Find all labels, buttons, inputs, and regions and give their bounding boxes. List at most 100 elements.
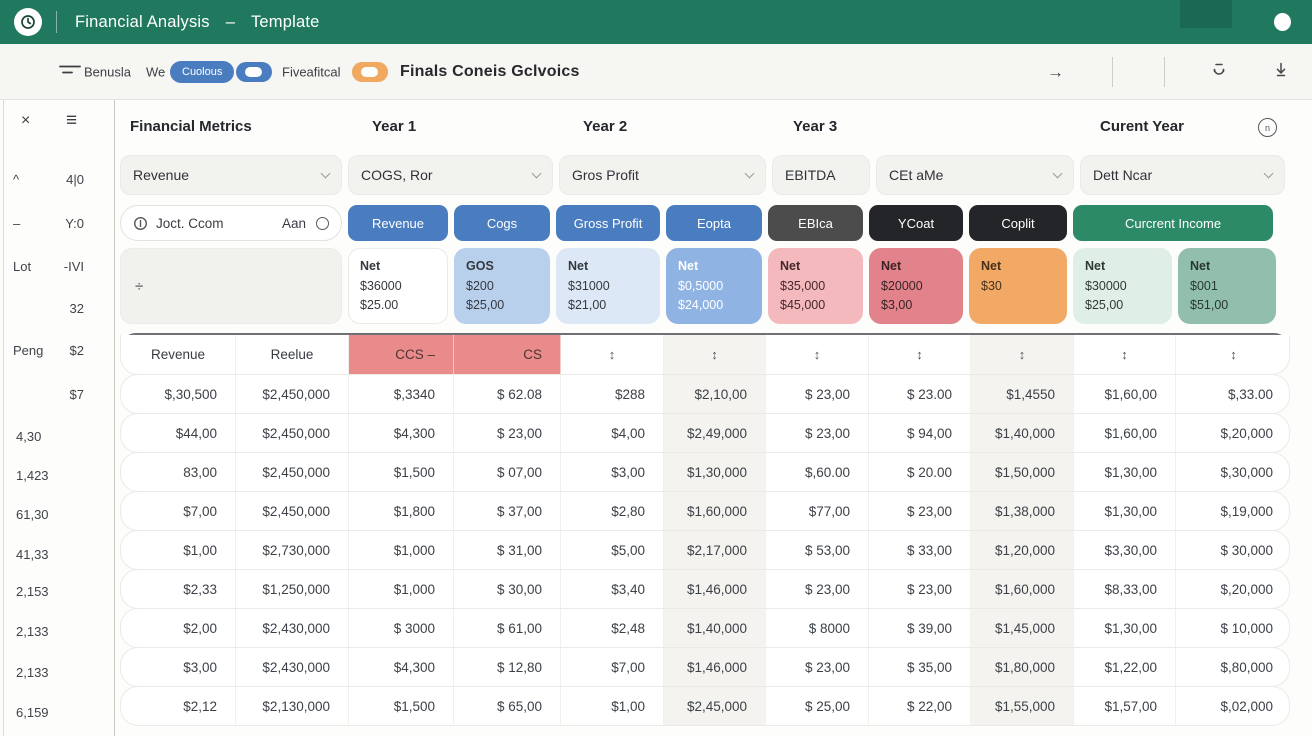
table-cell[interactable]: $ 23,00 [766,648,869,686]
table-cell[interactable]: $ 30,00 [454,570,561,608]
table-cell[interactable]: $1,30,00 [1074,609,1176,647]
summary-card[interactable]: Net$0,5000$24,000 [666,248,762,324]
formula-card[interactable]: ÷ [120,248,342,324]
sort-icon[interactable]: ↕ [766,335,869,374]
table-cell[interactable]: $,20,000 [1176,414,1290,452]
sort-icon[interactable]: ↕ [1074,335,1176,374]
summary-card[interactable]: Net$36000$25.00 [348,248,448,324]
table-cell[interactable]: $ 30,000 [1176,531,1290,569]
table-cell[interactable]: $7,00 [121,492,236,530]
close-icon[interactable]: × [21,112,30,130]
table-cell[interactable]: $1,57,00 [1074,687,1176,725]
table-cell[interactable]: $8,33,00 [1074,570,1176,608]
table-cell[interactable]: $ 12,80 [454,648,561,686]
table-cell[interactable]: $ 23,00 [869,570,971,608]
metric-pill[interactable]: EBIca [768,205,863,241]
table-cell[interactable]: $ 94,00 [869,414,971,452]
table-cell[interactable]: $ 61,00 [454,609,561,647]
app-logo-button[interactable] [14,8,42,36]
table-cell[interactable]: $ 22,00 [869,687,971,725]
table-cell[interactable]: $1,4550 [971,375,1074,413]
table-cell[interactable]: $2,730,000 [236,531,349,569]
table-cell[interactable]: $,30,500 [121,375,236,413]
table-cell[interactable]: $3,00 [561,453,664,491]
table-cell[interactable]: $1,46,000 [664,648,766,686]
table-cell[interactable]: $,33.00 [1176,375,1290,413]
table-cell[interactable]: $2,10,00 [664,375,766,413]
table-cell[interactable]: $,3340 [349,375,454,413]
table-cell[interactable]: $1,80,000 [971,648,1074,686]
table-cell[interactable]: $ 31,00 [454,531,561,569]
table-cell[interactable]: $2,450,000 [236,375,349,413]
table-cell[interactable]: $1,500 [349,687,454,725]
table-cell[interactable]: $ 10,000 [1176,609,1290,647]
table-cell[interactable]: $2,450,000 [236,492,349,530]
table-cell[interactable]: $ 65,00 [454,687,561,725]
table-cell[interactable]: $2,450,000 [236,453,349,491]
metric-pill[interactable]: Coplit [969,205,1067,241]
table-cell[interactable]: $4,300 [349,648,454,686]
table-cell[interactable]: $1,00 [561,687,664,725]
table-cell[interactable]: $2,00 [121,609,236,647]
table-cell[interactable]: $1,55,000 [971,687,1074,725]
filter-icon[interactable] [58,61,82,82]
table-cell[interactable]: $2,45,000 [664,687,766,725]
table-cell[interactable]: $1,60,00 [1074,414,1176,452]
table-cell[interactable]: $1,38,000 [971,492,1074,530]
table-cell[interactable]: $1,40,000 [664,609,766,647]
table-cell[interactable]: $1,46,000 [664,570,766,608]
table-cell[interactable]: $ 23,00 [766,414,869,452]
table-cell[interactable]: $44,00 [121,414,236,452]
table-cell[interactable]: $4,00 [561,414,664,452]
orange-toggle[interactable] [352,62,388,82]
table-cell[interactable]: $ 53,00 [766,531,869,569]
table-cell[interactable]: $,80,000 [1176,648,1290,686]
metric-pill[interactable]: Gross Profit [556,205,660,241]
table-cell[interactable]: $1,50,000 [971,453,1074,491]
table-cell[interactable]: $,20,000 [1176,570,1290,608]
table-cell[interactable]: $4,300 [349,414,454,452]
table-cell[interactable]: $3,00 [121,648,236,686]
sort-icon[interactable]: ↕ [664,335,766,374]
table-cell[interactable]: $1,60,00 [1074,375,1176,413]
metric-pill[interactable]: YCoat [869,205,963,241]
table-header-cell-highlighted[interactable]: CS [454,335,561,374]
table-cell[interactable]: $1,22,00 [1074,648,1176,686]
table-cell[interactable]: $ 23,00 [869,492,971,530]
summary-card[interactable]: Net$35,000$45,000 [768,248,863,324]
metric-pill[interactable]: Curcrent Income [1073,205,1273,241]
blue-toggle[interactable] [236,62,272,82]
table-cell[interactable]: $ 3000 [349,609,454,647]
circle-n-icon[interactable]: n [1258,118,1277,137]
table-cell[interactable]: $1,250,000 [236,570,349,608]
table-cell[interactable]: $288 [561,375,664,413]
table-cell[interactable]: $ 62.08 [454,375,561,413]
table-cell[interactable]: $2,430,000 [236,609,349,647]
menu-icon[interactable]: ≡ [66,110,77,132]
table-cell[interactable]: $3,30,00 [1074,531,1176,569]
summary-card[interactable]: GOS$200$25,00 [454,248,550,324]
table-cell[interactable]: $1,30,00 [1074,492,1176,530]
summary-card[interactable]: Net$30000$25,00 [1073,248,1172,324]
metric-dropdown[interactable]: CEt aMe [876,155,1074,195]
table-cell[interactable]: $1,00 [121,531,236,569]
table-cell[interactable]: $1,20,000 [971,531,1074,569]
summary-card[interactable]: Net$001$51,00 [1178,248,1276,324]
table-cell[interactable]: $3,40 [561,570,664,608]
sort-icon[interactable]: ↕ [869,335,971,374]
sort-icon[interactable]: ↕ [971,335,1074,374]
table-header-cell[interactable]: Revenue [121,335,236,374]
metric-pill[interactable]: Cogs [454,205,550,241]
table-cell[interactable]: $,02,000 [1176,687,1290,725]
table-cell[interactable]: 83,00 [121,453,236,491]
table-cell[interactable]: $1,60,000 [664,492,766,530]
table-cell[interactable]: $1,800 [349,492,454,530]
table-cell[interactable]: $ 20.00 [869,453,971,491]
metric-dropdown[interactable]: Revenue [120,155,342,195]
table-cell[interactable]: $1,30,000 [664,453,766,491]
table-cell[interactable]: $1,30,00 [1074,453,1176,491]
table-cell[interactable]: $ 35,00 [869,648,971,686]
download-icon[interactable] [1272,60,1290,83]
sort-icon[interactable]: ↕ [561,335,664,374]
table-cell[interactable]: $2,48 [561,609,664,647]
